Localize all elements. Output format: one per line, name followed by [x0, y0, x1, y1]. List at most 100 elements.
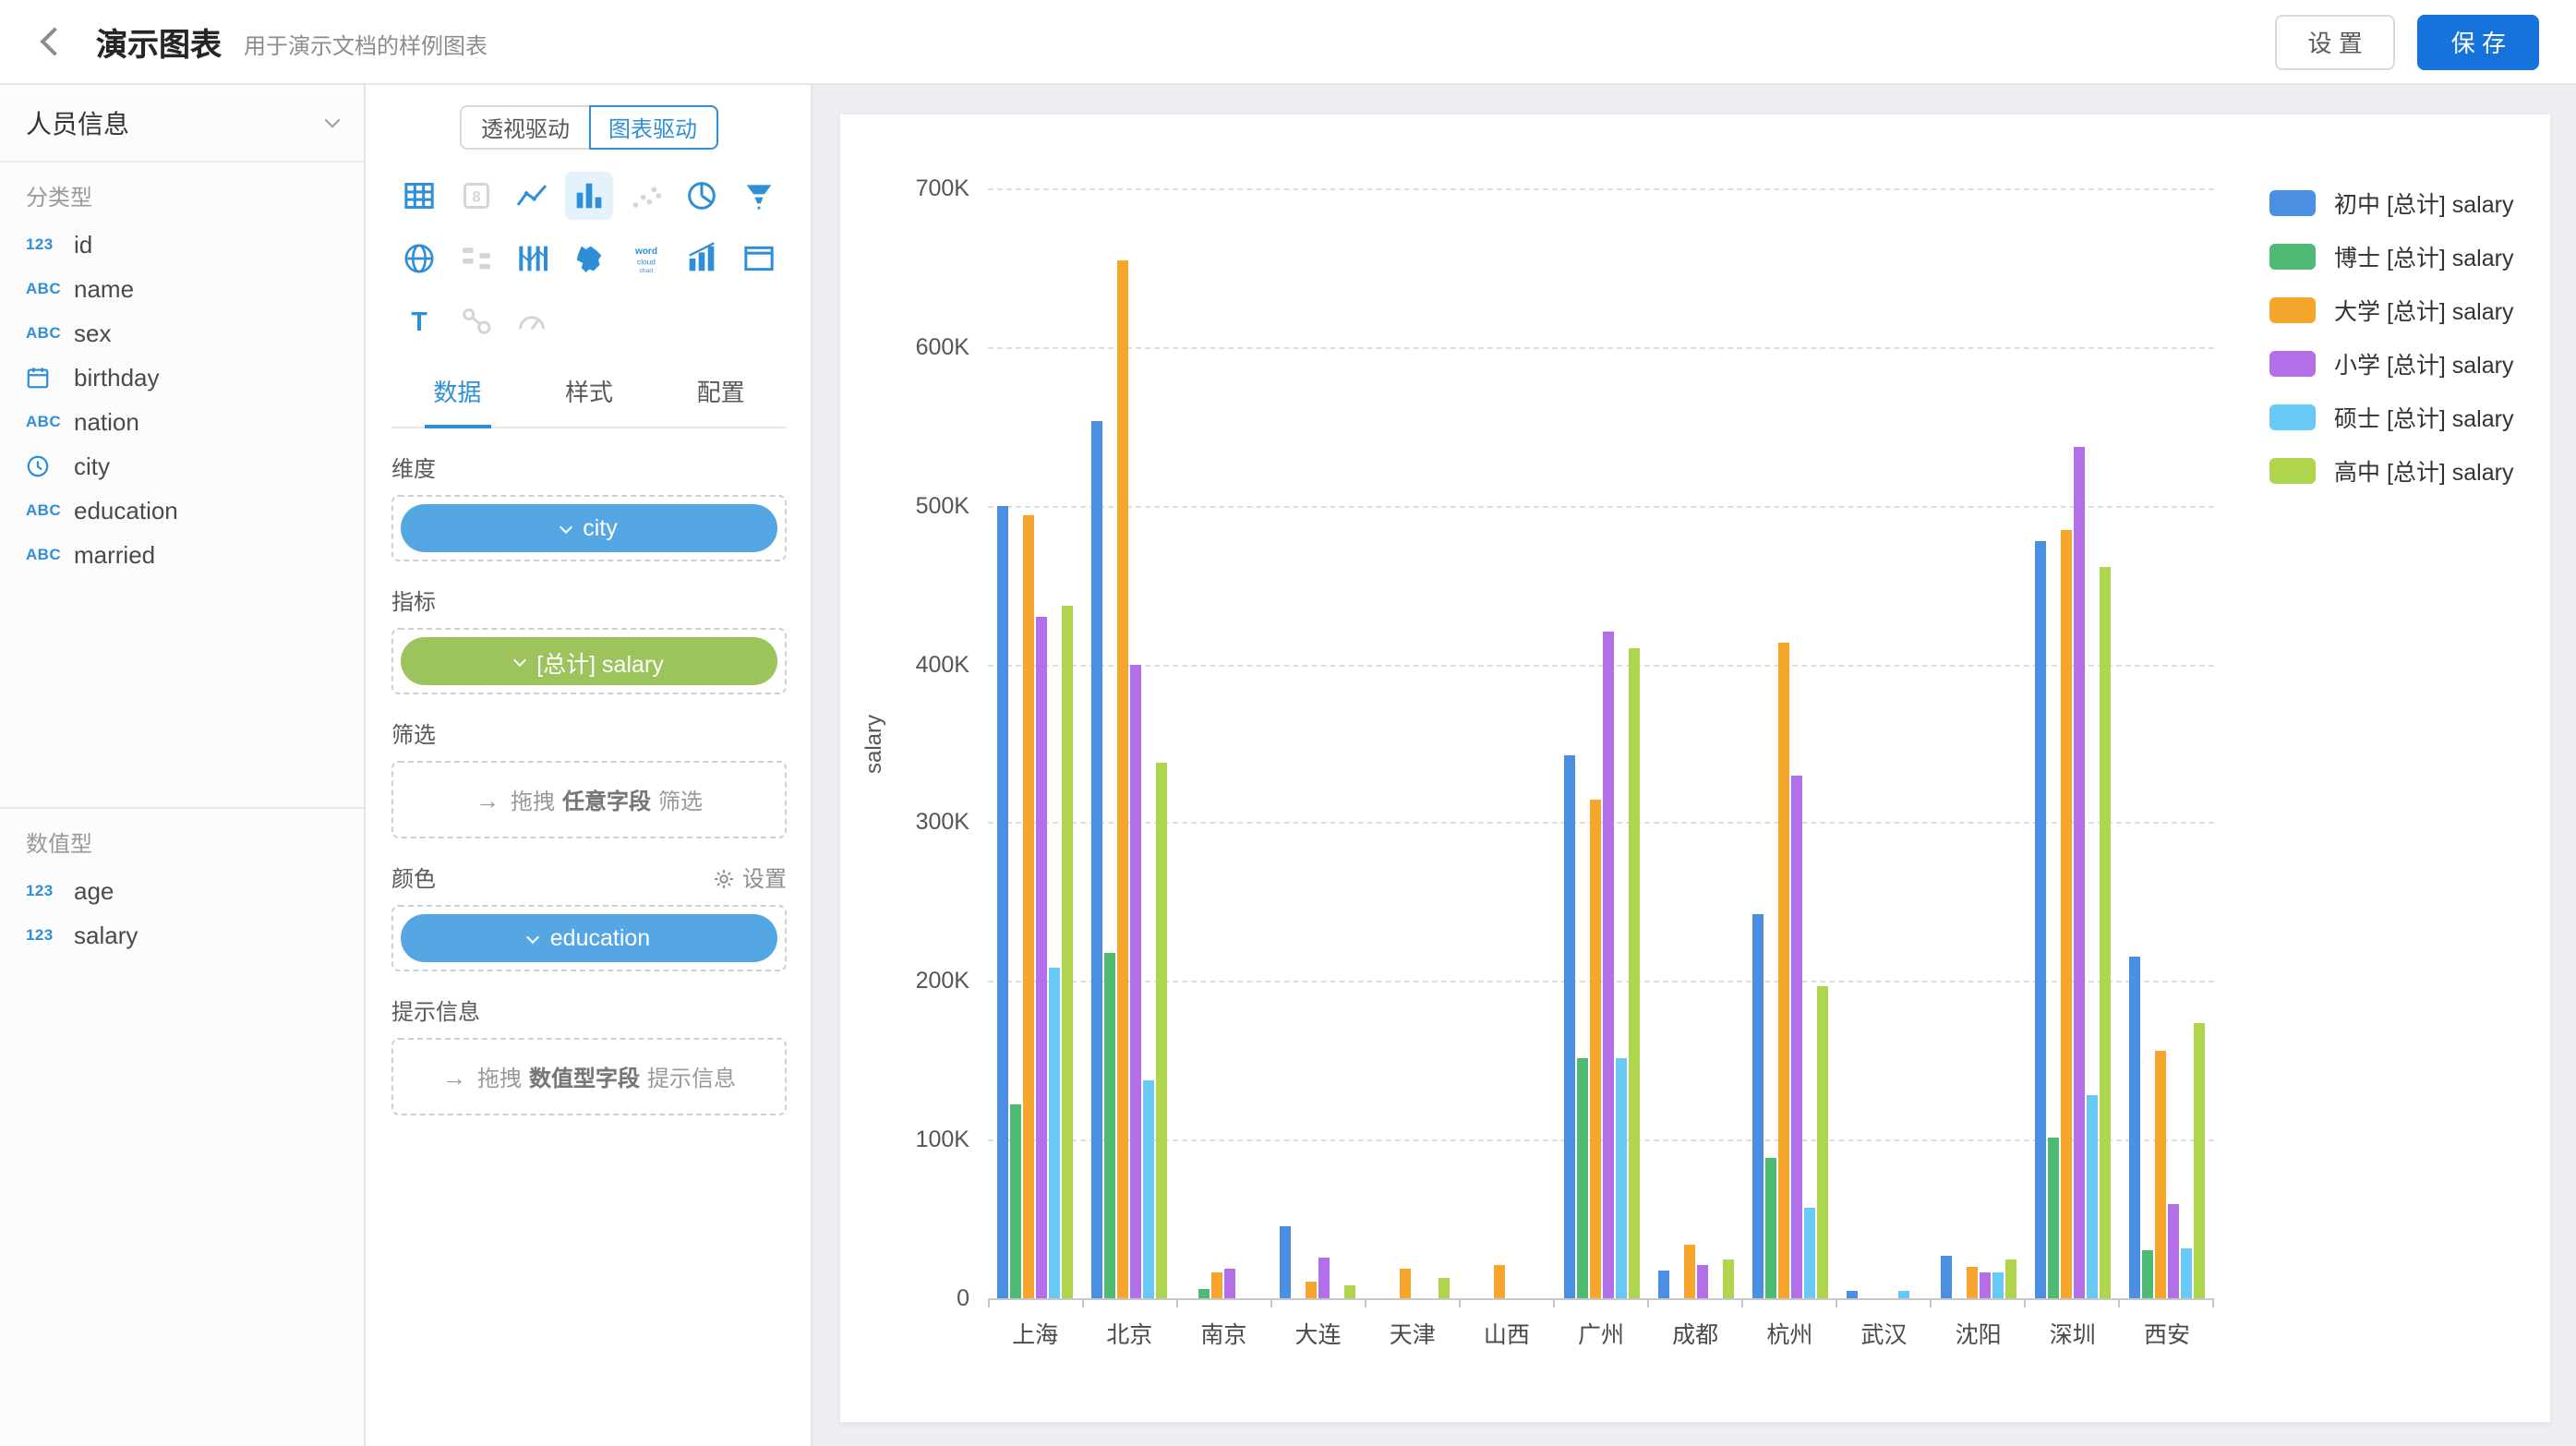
bar[interactable] [1281, 1225, 1292, 1298]
bar[interactable] [1980, 1273, 1991, 1299]
field-item-nation[interactable]: ABCnation [0, 399, 364, 443]
mode-tab-chart[interactable]: 图表驱动 [588, 105, 717, 150]
bar[interactable] [2168, 1203, 2179, 1298]
tooltip-drop-zone[interactable]: → 拖拽数值型字段提示信息 [391, 1038, 787, 1115]
field-item-salary[interactable]: 123salary [0, 912, 364, 957]
bar[interactable] [1319, 1257, 1330, 1298]
bar[interactable] [1992, 1273, 2004, 1299]
bar[interactable] [1345, 1285, 1356, 1298]
dimension-drop-zone[interactable]: city [391, 495, 787, 561]
bar[interactable] [1306, 1281, 1318, 1298]
map-chart-icon[interactable] [565, 235, 613, 283]
data-source-selector[interactable]: 人员信息 [0, 85, 364, 163]
legend-item[interactable]: 高中 [总计] salary [2269, 452, 2514, 488]
bar[interactable] [1036, 617, 1047, 1298]
bar[interactable] [2035, 542, 2046, 1298]
line-chart-icon[interactable] [509, 172, 557, 220]
bar[interactable] [1143, 1079, 1154, 1298]
bar[interactable] [2194, 1022, 2205, 1298]
radar-chart-icon[interactable] [396, 235, 444, 283]
bar[interactable] [1777, 644, 1788, 1298]
bar[interactable] [1104, 953, 1115, 1298]
bar[interactable] [1816, 986, 1827, 1298]
bar-chart-icon[interactable] [565, 172, 613, 220]
tab-config[interactable]: 配置 [655, 356, 787, 427]
bar[interactable] [1683, 1245, 1694, 1298]
relation-chart-icon[interactable] [452, 297, 500, 345]
color-pill-education[interactable]: education [401, 914, 777, 962]
bar-line-chart-icon[interactable] [678, 235, 726, 283]
bar[interactable] [2142, 1250, 2153, 1298]
bar[interactable] [1941, 1256, 1952, 1298]
scorecard-icon[interactable]: 8 [452, 172, 500, 220]
bar[interactable] [997, 505, 1008, 1298]
bar[interactable] [2005, 1259, 2016, 1298]
bar[interactable] [2155, 1051, 2166, 1298]
save-button[interactable]: 保 存 [2418, 14, 2539, 69]
scatter-chart-icon[interactable] [621, 172, 669, 220]
field-item-education[interactable]: ABCeducation [0, 488, 364, 532]
settings-button[interactable]: 设 置 [2275, 14, 2396, 69]
metric-drop-zone[interactable]: [总计] salary [391, 628, 787, 694]
bar[interactable] [1846, 1290, 1857, 1298]
bar[interactable] [1439, 1278, 1451, 1298]
bar[interactable] [1615, 1059, 1626, 1298]
bar[interactable] [1696, 1265, 1707, 1298]
bar[interactable] [2061, 531, 2072, 1298]
bar[interactable] [1211, 1273, 1222, 1299]
back-button[interactable] [30, 18, 78, 66]
bar[interactable] [1751, 914, 1763, 1298]
bar[interactable] [1010, 1105, 1021, 1299]
dimension-pill-city[interactable]: city [401, 504, 777, 552]
bar[interactable] [1091, 421, 1102, 1298]
legend-item[interactable]: 硕士 [总计] salary [2269, 399, 2514, 434]
bar[interactable] [1563, 756, 1574, 1298]
iframe-chart-icon[interactable] [734, 235, 782, 283]
metric-pill-salary[interactable]: [总计] salary [401, 637, 777, 685]
bar[interactable] [2100, 567, 2111, 1298]
bar[interactable] [2181, 1249, 2192, 1298]
tab-style[interactable]: 样式 [524, 356, 656, 427]
bar[interactable] [1897, 1290, 1908, 1298]
field-item-age[interactable]: 123age [0, 868, 364, 912]
bar[interactable] [1576, 1059, 1587, 1298]
color-drop-zone[interactable]: education [391, 905, 787, 971]
bar[interactable] [1589, 801, 1600, 1298]
legend-item[interactable]: 初中 [总计] salary [2269, 185, 2514, 220]
bar[interactable] [1117, 259, 1128, 1298]
bar[interactable] [1628, 648, 1639, 1298]
bar[interactable] [2048, 1139, 2059, 1298]
bar[interactable] [1790, 775, 1801, 1298]
bar[interactable] [1401, 1268, 1412, 1298]
legend-item[interactable]: 博士 [总计] salary [2269, 238, 2514, 273]
bar[interactable] [1764, 1159, 1776, 1298]
field-item-married[interactable]: ABCmarried [0, 532, 364, 576]
tab-data[interactable]: 数据 [391, 356, 524, 427]
bar[interactable] [1049, 967, 1060, 1298]
bar[interactable] [1023, 515, 1034, 1298]
table-chart-icon[interactable] [396, 172, 444, 220]
bar[interactable] [1803, 1208, 1814, 1298]
filter-drop-zone[interactable]: → 拖拽任意字段筛选 [391, 761, 787, 838]
bar[interactable] [2129, 958, 2140, 1298]
bar[interactable] [1198, 1289, 1210, 1298]
funnel-chart-icon[interactable] [734, 172, 782, 220]
bar[interactable] [1156, 763, 1167, 1298]
bar[interactable] [1495, 1265, 1506, 1298]
bar[interactable] [2074, 447, 2085, 1298]
bar[interactable] [1657, 1270, 1668, 1298]
field-item-city[interactable]: city [0, 443, 364, 488]
color-settings-button[interactable]: 设置 [713, 862, 787, 894]
sankey-chart-icon[interactable] [452, 235, 500, 283]
gauge-chart-icon[interactable] [509, 297, 557, 345]
mode-tab-pivot[interactable]: 透视驱动 [461, 105, 588, 150]
legend-item[interactable]: 大学 [总计] salary [2269, 292, 2514, 327]
text-chart-icon[interactable]: T [396, 297, 444, 345]
bar[interactable] [1224, 1268, 1235, 1298]
pie-chart-icon[interactable] [678, 172, 726, 220]
field-item-id[interactable]: 123id [0, 222, 364, 266]
wordcloud-chart-icon[interactable]: wordcloudchart [621, 235, 669, 283]
bar[interactable] [1722, 1259, 1733, 1298]
bar[interactable] [2087, 1095, 2098, 1298]
bar[interactable] [1602, 631, 1613, 1298]
